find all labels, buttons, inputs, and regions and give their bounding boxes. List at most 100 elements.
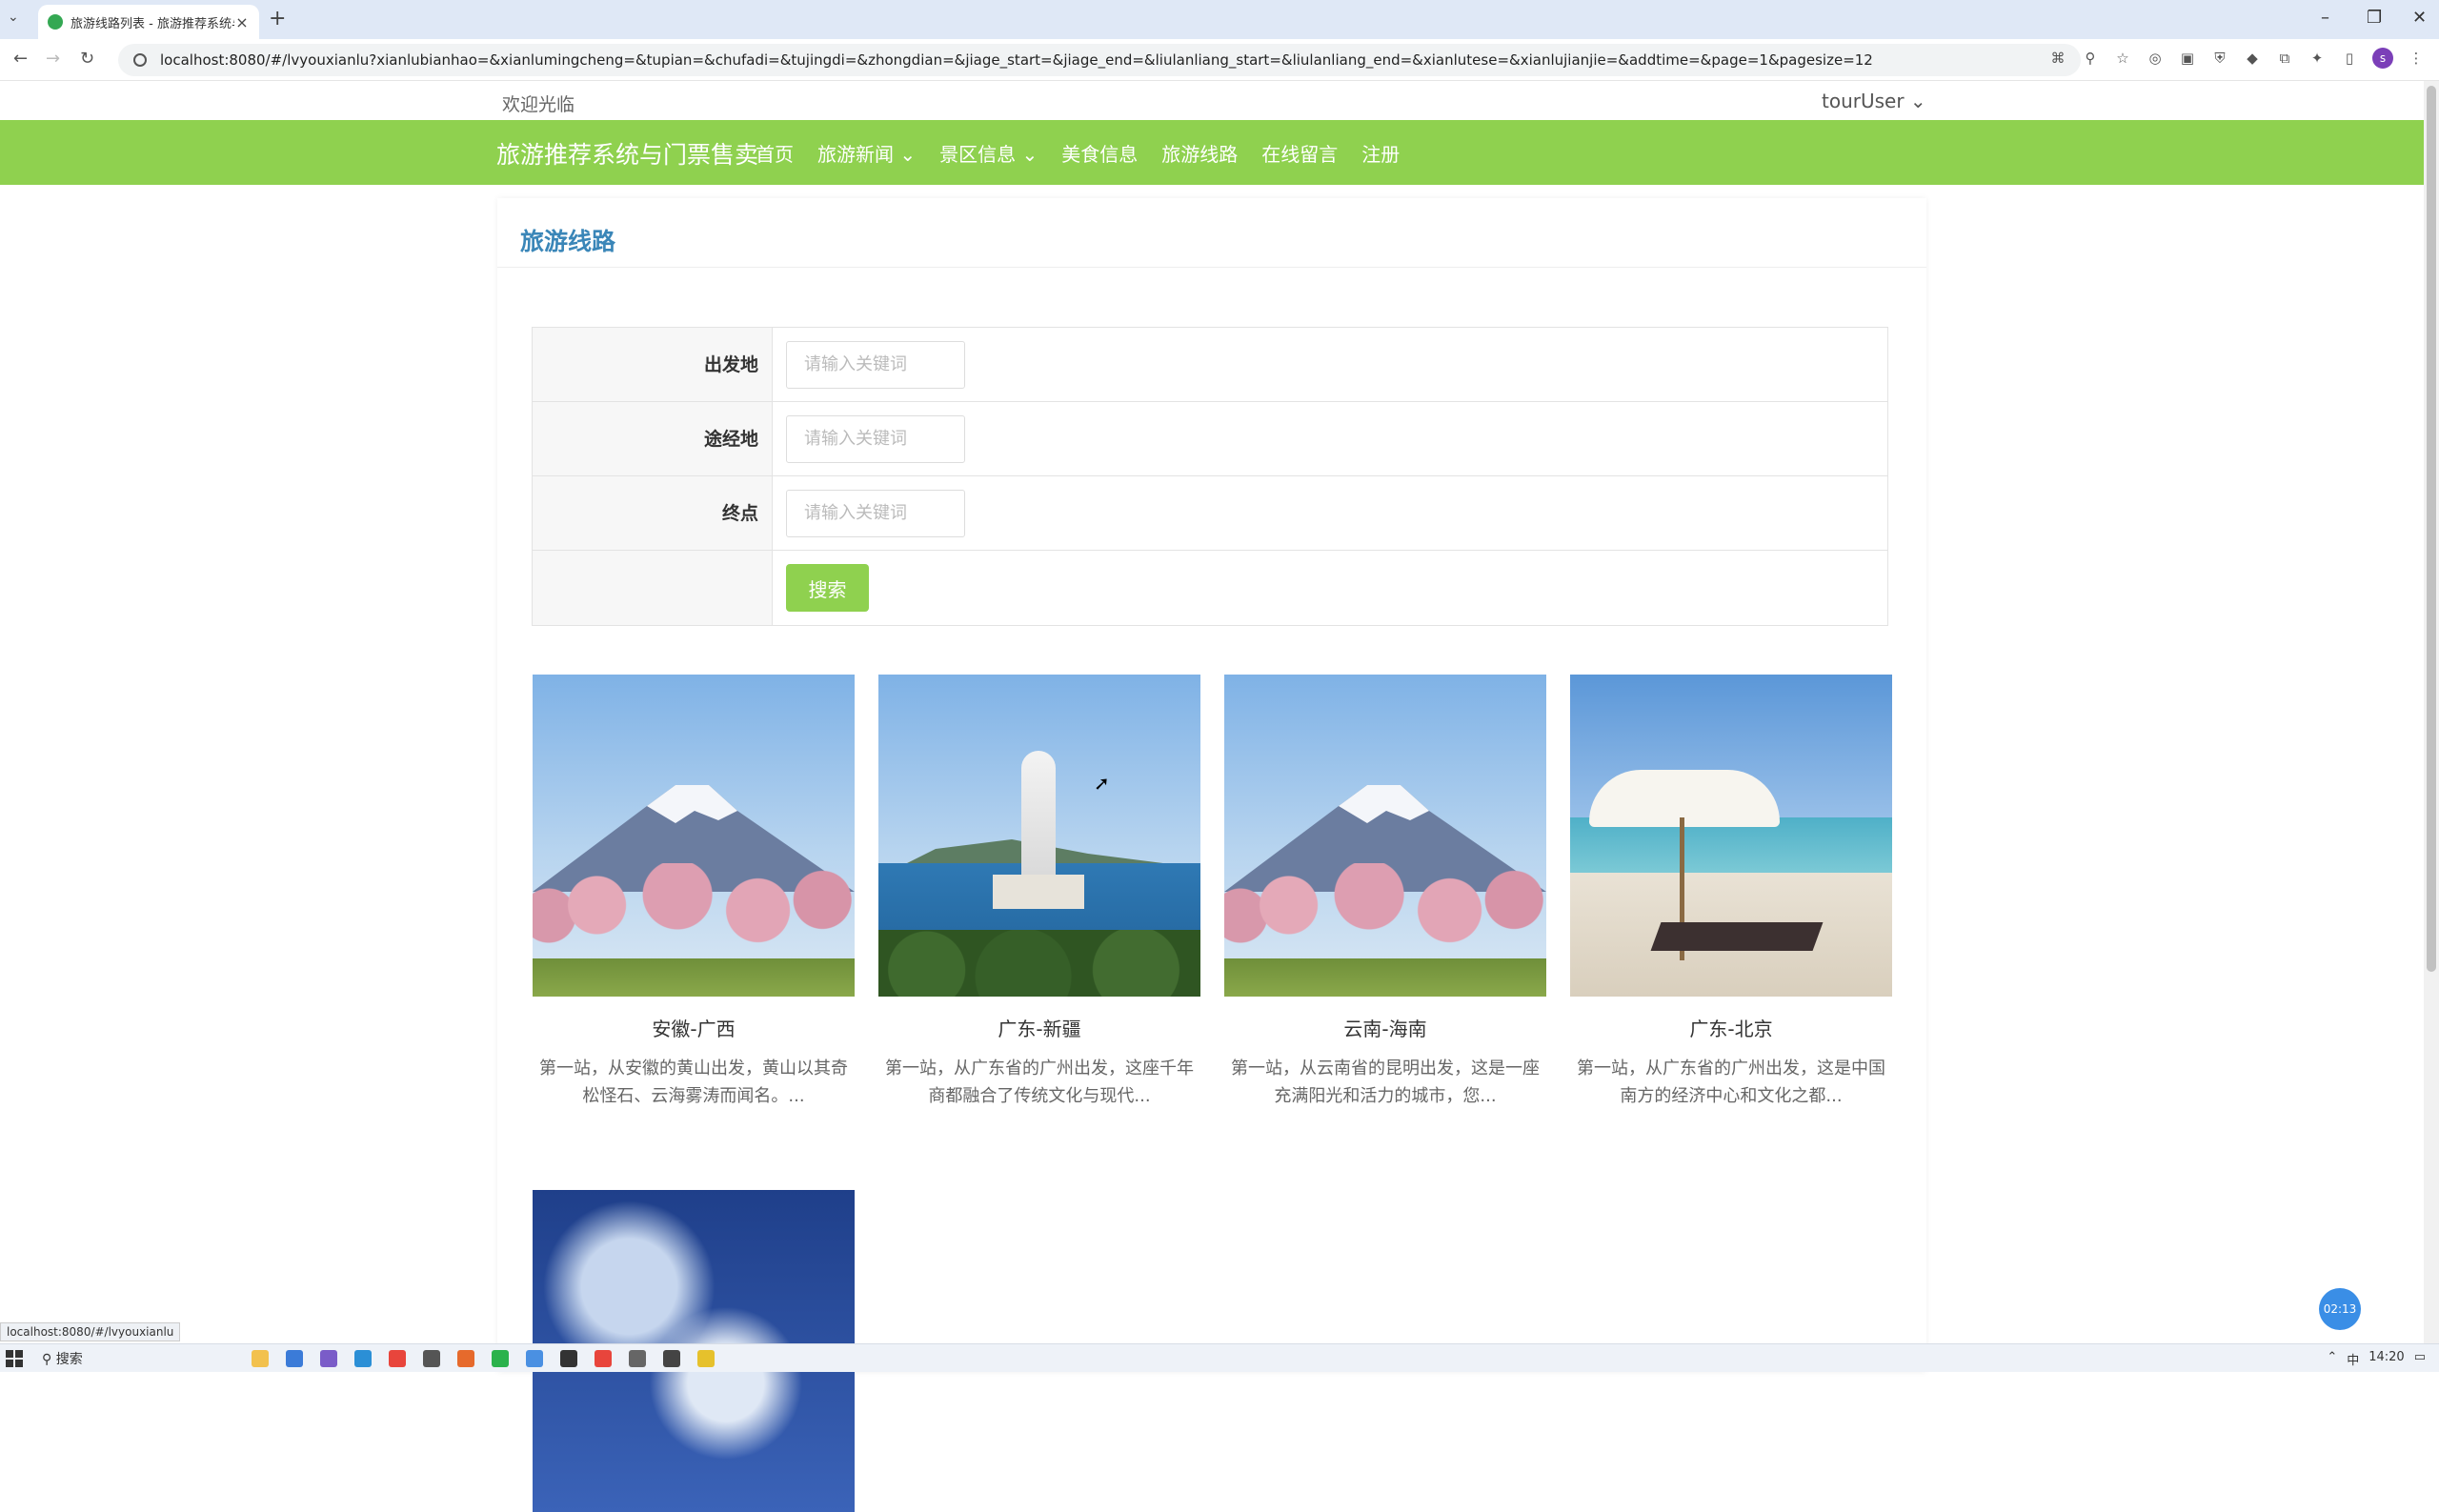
taskbar-apps: [252, 1349, 715, 1367]
profile-avatar-icon[interactable]: s: [2372, 48, 2393, 69]
settings-icon[interactable]: [423, 1349, 440, 1367]
tab-close-icon[interactable]: ×: [234, 13, 250, 31]
tray-expand-icon[interactable]: ⌃: [2327, 1350, 2337, 1368]
route-card[interactable]: 广东-新疆 第一站，从广东省的广州出发，这座千年商都融合了传统文化与现代...: [878, 675, 1200, 1110]
route-name[interactable]: 云南-海南: [1224, 1014, 1546, 1041]
firefox-icon[interactable]: [457, 1349, 474, 1367]
forward-icon[interactable]: →: [46, 49, 60, 69]
tab-title: 旅游线路列表 - 旅游推荐系统与: [71, 16, 234, 31]
app-icon[interactable]: [560, 1349, 577, 1367]
extension-copy-icon[interactable]: ⧉: [2275, 50, 2294, 67]
username: tourUser: [1822, 90, 1905, 112]
search-button[interactable]: 搜索: [786, 564, 869, 612]
app-icon[interactable]: [629, 1349, 646, 1367]
label-empty: [533, 551, 773, 625]
chevron-down-icon: ⌄: [899, 143, 917, 166]
search-row-from: 出发地: [533, 328, 1887, 402]
minimize-icon[interactable]: –: [2321, 8, 2329, 28]
taskbar-search[interactable]: ⚲ 搜索: [42, 1349, 252, 1368]
content-panel: 旅游线路 出发地 途经地 终点 搜索 安徽-广西 第一站，从安徽的黄山出: [497, 198, 1926, 1512]
chrome-icon[interactable]: [389, 1349, 406, 1367]
browser-tab-bar: ⌄ 旅游线路列表 - 旅游推荐系统与 × + – ❐ ✕: [0, 0, 2439, 39]
label-to: 终点: [533, 476, 773, 550]
bookmark-star-icon[interactable]: ☆: [2113, 50, 2132, 67]
mouse-cursor-icon: ➚: [1094, 772, 1110, 795]
nav-food[interactable]: 美食信息: [1061, 139, 1138, 167]
nav-home[interactable]: 首页: [756, 139, 794, 167]
recording-timer[interactable]: 02:13: [2319, 1288, 2361, 1330]
app-icon[interactable]: [286, 1349, 303, 1367]
windows-start-icon[interactable]: [6, 1349, 23, 1367]
nav-messages[interactable]: 在线留言: [1261, 139, 1338, 167]
nav-news-label: 旅游新闻: [817, 143, 894, 166]
route-name[interactable]: 广东-北京: [1570, 1014, 1892, 1041]
nav-scenic[interactable]: 景区信息 ⌄: [939, 139, 1038, 167]
user-menu[interactable]: tourUser ⌄: [1822, 90, 1926, 112]
via-input[interactable]: [786, 414, 965, 463]
nav-register[interactable]: 注册: [1361, 139, 1400, 167]
browser-tab[interactable]: 旅游线路列表 - 旅游推荐系统与 ×: [38, 5, 259, 39]
search-row-via: 途经地: [533, 402, 1887, 476]
ime-indicator[interactable]: 中: [2347, 1350, 2359, 1368]
route-image-statue[interactable]: [878, 675, 1200, 997]
app-icon[interactable]: [320, 1349, 337, 1367]
route-name[interactable]: 广东-新疆: [878, 1014, 1200, 1041]
route-card[interactable]: 云南-海南 第一站，从云南省的昆明出发，这是一座充满阳光和活力的城市，您...: [1224, 675, 1546, 1110]
link-status-url: localhost:8080/#/lvyouxianlu: [0, 1322, 181, 1341]
route-image-fuji[interactable]: [533, 675, 855, 997]
page-title: 旅游线路: [520, 228, 616, 255]
zoom-icon[interactable]: ⚲: [2081, 50, 2100, 67]
route-card[interactable]: 安徽-广西 第一站，从安徽的黄山出发，黄山以其奇松怪石、云海雾涛而闻名。...: [533, 675, 855, 1110]
screenshot-icon[interactable]: ◎: [2146, 50, 2165, 67]
nav-routes[interactable]: 旅游线路: [1161, 139, 1238, 167]
route-desc: 第一站，从广东省的广州出发，这座千年商都融合了传统文化与现代...: [885, 1058, 1194, 1106]
label-via: 途经地: [533, 402, 773, 475]
site-info-icon[interactable]: [133, 53, 147, 67]
from-input[interactable]: [786, 340, 965, 389]
extension-green-icon[interactable]: ◆: [2243, 50, 2262, 67]
label-from: 出发地: [533, 328, 773, 401]
scrollbar-thumb[interactable]: [2427, 86, 2436, 972]
address-bar[interactable]: localhost:8080/#/lvyouxianlu?xianlubianh…: [118, 44, 2081, 76]
url-text: localhost:8080/#/lvyouxianlu?xianlubianh…: [160, 51, 1873, 69]
clock[interactable]: 14:20: [2368, 1350, 2404, 1368]
route-image-fuji[interactable]: [1224, 675, 1546, 997]
site-favicon-icon: [48, 14, 63, 30]
route-card[interactable]: 广东-北京 第一站，从广东省的广州出发，这是中国南方的经济中心和文化之都...: [1570, 675, 1892, 1110]
sidebar-icon[interactable]: ▯: [2340, 50, 2359, 67]
main-navigation: 旅游推荐系统与门票售卖 首页 旅游新闻 ⌄ 景区信息 ⌄ 美食信息 旅游线路 在…: [0, 120, 2424, 185]
tab-list-icon[interactable]: ⌄: [8, 10, 19, 25]
route-desc: 第一站，从广东省的广州出发，这是中国南方的经济中心和文化之都...: [1577, 1058, 1885, 1106]
terminal-icon[interactable]: [663, 1349, 680, 1367]
os-taskbar: ⚲ 搜索 ⌃ 中 14:20 ▭: [0, 1343, 2439, 1372]
notification-icon[interactable]: ▭: [2414, 1350, 2426, 1368]
reload-icon[interactable]: ↻: [80, 49, 94, 69]
search-form: 出发地 途经地 终点 搜索: [532, 327, 1888, 626]
chevron-down-icon: ⌄: [1021, 143, 1038, 166]
extensions-puzzle-icon[interactable]: ✦: [2308, 50, 2327, 67]
divider: [497, 267, 1926, 268]
site-logo[interactable]: 旅游推荐系统与门票售卖: [496, 136, 758, 171]
extension-image-icon[interactable]: ▣: [2178, 50, 2197, 67]
file-explorer-icon[interactable]: [252, 1349, 269, 1367]
welcome-text: 欢迎光临: [502, 94, 575, 115]
to-input[interactable]: [786, 489, 965, 537]
new-tab-icon[interactable]: +: [269, 7, 286, 30]
nav-news[interactable]: 旅游新闻 ⌄: [817, 139, 916, 167]
app-icon[interactable]: [354, 1349, 372, 1367]
page-scrollbar[interactable]: [2424, 81, 2439, 1344]
chrome-icon[interactable]: [595, 1349, 612, 1367]
app-icon[interactable]: [526, 1349, 543, 1367]
wechat-icon[interactable]: [492, 1349, 509, 1367]
route-image-beach[interactable]: [1570, 675, 1892, 997]
route-name[interactable]: 安徽-广西: [533, 1014, 855, 1041]
back-icon[interactable]: ←: [13, 49, 28, 69]
notes-icon[interactable]: [697, 1349, 715, 1367]
window-close-icon[interactable]: ✕: [2412, 8, 2427, 28]
extension-shield-icon[interactable]: ⛨: [2210, 50, 2229, 67]
translate-icon[interactable]: ⌘: [2048, 50, 2067, 67]
restore-icon[interactable]: ❐: [2367, 8, 2382, 28]
nav-scenic-label: 景区信息: [939, 143, 1017, 166]
browser-toolbar: ← → ↻ localhost:8080/#/lvyouxianlu?xianl…: [0, 39, 2439, 81]
more-menu-icon[interactable]: ⋮: [2407, 50, 2426, 67]
